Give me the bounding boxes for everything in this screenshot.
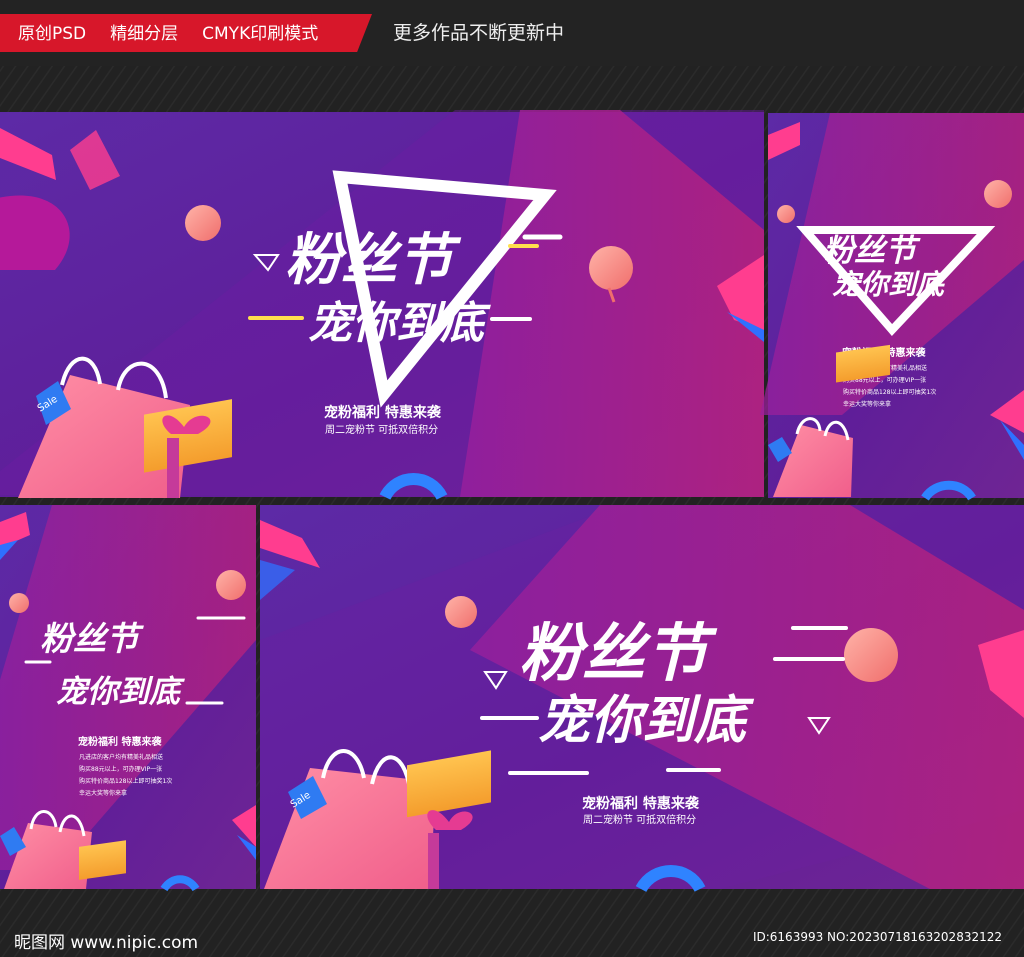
poster-slogan-sub: 周二宠粉节 可抵双倍积分 xyxy=(325,423,438,436)
poster-subtitle: 宠你到底 xyxy=(538,691,755,751)
poster-subtitle: 宠你到底 xyxy=(308,298,491,349)
poster-details: 购买特价商品128以上即可抽奖1次 xyxy=(79,777,172,785)
poster-slogan: 宠粉福利 特惠来袭 xyxy=(582,795,700,812)
image-id: ID:6163993 NO:20230718163202832122 xyxy=(752,930,1002,944)
poster-slogan: 宠粉福利 特惠来袭 xyxy=(78,735,162,748)
poster-slogan: 宠粉福利 特惠来袭 xyxy=(324,404,442,421)
poster-details: 幸运大奖等你来拿 xyxy=(843,400,891,408)
poster-grid: 粉丝节 宠你到底 宠粉福利 特惠来袭 周二宠粉节 可抵双倍积分 Sale 粉丝节 xyxy=(0,66,1024,957)
poster-subtitle: 宠你到底 xyxy=(832,268,949,301)
poster-title: 粉丝节 xyxy=(519,617,718,690)
site-logo: 昵图网 www.nipic.com xyxy=(14,933,199,953)
poster-bottom-left: 粉丝节 宠你到底 宠粉福利 特惠来袭 凡进店的客户均有精美礼品相送 购买88元以… xyxy=(0,505,256,892)
poster-main: 粉丝节 宠你到底 宠粉福利 特惠来袭 周二宠粉节 可抵双倍积分 Sale xyxy=(0,110,764,501)
poster-subtitle: 宠你到底 xyxy=(56,674,185,710)
poster-bottom-large: 粉丝节 宠你到底 宠粉福利 特惠来袭 周二宠粉节 可抵双倍积分 Sale xyxy=(260,505,1024,893)
poster-title: 粉丝节 xyxy=(823,233,921,269)
poster-details: 幸运大奖等你来拿 xyxy=(79,789,127,797)
poster-page: 原创PSD 精细分层 CMYK印刷模式 更多作品不断更新中 粉丝节 宠你到底 宠… xyxy=(0,0,1024,957)
poster-details: 购买88元以上，可办理VIP一张 xyxy=(79,765,162,773)
poster-title: 粉丝节 xyxy=(285,228,462,293)
poster-title: 粉丝节 xyxy=(40,619,144,658)
poster-details: 凡进店的客户均有精美礼品相送 xyxy=(79,753,163,761)
poster-details: 购买特价商品128以上即可抽奖1次 xyxy=(843,388,936,396)
poster-slogan-sub: 周二宠粉节 可抵双倍积分 xyxy=(583,813,696,826)
